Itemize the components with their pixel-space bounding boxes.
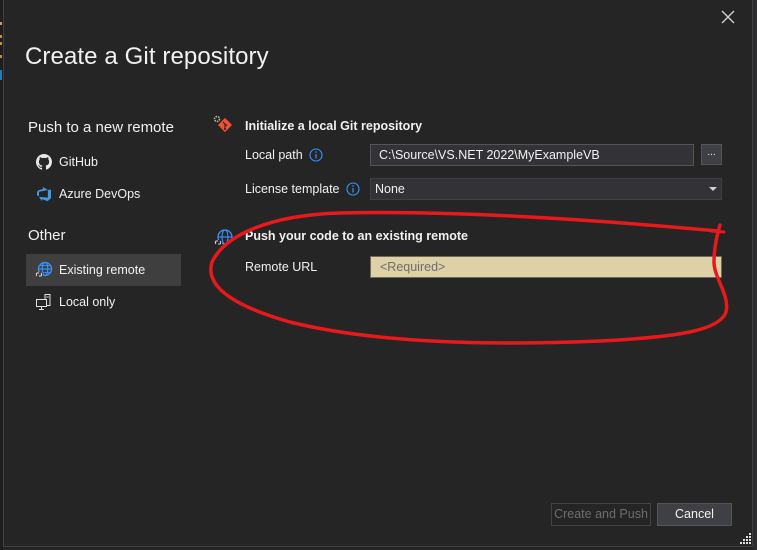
local-path-label-text: Local path xyxy=(245,148,303,162)
sidebar-item-label: Local only xyxy=(59,295,116,309)
init-local-repo-heading: Initialize a local Git repository xyxy=(245,119,423,133)
globe-remote-icon xyxy=(212,227,234,249)
globe-remote-icon xyxy=(35,261,53,279)
remote-url-input[interactable]: <Required> xyxy=(370,256,722,278)
dialog-title: Create a Git repository xyxy=(25,43,269,70)
sidebar-item-label: GitHub xyxy=(59,155,98,169)
sidebar-item-github[interactable]: GitHub xyxy=(26,146,181,178)
push-new-remote-heading: Push to a new remote xyxy=(28,119,174,136)
local-computer-icon xyxy=(35,293,53,311)
edge-mark xyxy=(0,70,2,80)
chevron-down-icon xyxy=(709,187,717,191)
sidebar-item-local-only[interactable]: Local only xyxy=(26,286,181,318)
edge-mark xyxy=(0,55,2,58)
sidebar-item-existing-remote[interactable]: Existing remote xyxy=(26,254,181,286)
push-existing-remote-heading: Push your code to an existing remote xyxy=(245,229,468,243)
edge-mark xyxy=(0,35,2,38)
remote-url-label-text: Remote URL xyxy=(245,260,318,274)
info-icon[interactable] xyxy=(309,148,323,162)
license-template-select[interactable]: None xyxy=(370,178,722,200)
sidebar-item-label: Existing remote xyxy=(59,263,146,277)
azure-devops-icon xyxy=(35,185,53,203)
edge-mark xyxy=(0,42,2,45)
window-edge xyxy=(753,0,757,550)
browse-button[interactable]: ... xyxy=(701,144,722,165)
info-icon[interactable] xyxy=(345,182,360,196)
git-init-icon xyxy=(212,114,234,136)
other-heading: Other xyxy=(28,227,66,244)
resize-grip-icon[interactable] xyxy=(740,532,752,544)
close-icon xyxy=(721,10,735,24)
create-and-push-button[interactable]: Create and Push xyxy=(551,503,651,526)
sidebar-item-label: Azure DevOps xyxy=(59,187,141,201)
cancel-button[interactable]: Cancel xyxy=(657,503,732,526)
github-icon xyxy=(35,153,53,171)
close-button[interactable] xyxy=(716,5,740,29)
remote-url-label: Remote URL xyxy=(245,260,317,274)
license-template-label: License template xyxy=(245,182,360,196)
local-path-input[interactable]: C:\Source\VS.NET 2022\MyExampleVB xyxy=(370,144,694,166)
edge-mark xyxy=(0,22,2,25)
license-template-label-text: License template xyxy=(245,182,340,196)
sidebar-item-azure-devops[interactable]: Azure DevOps xyxy=(26,178,181,210)
local-path-label: Local path xyxy=(245,148,323,162)
license-template-value: None xyxy=(375,182,405,196)
